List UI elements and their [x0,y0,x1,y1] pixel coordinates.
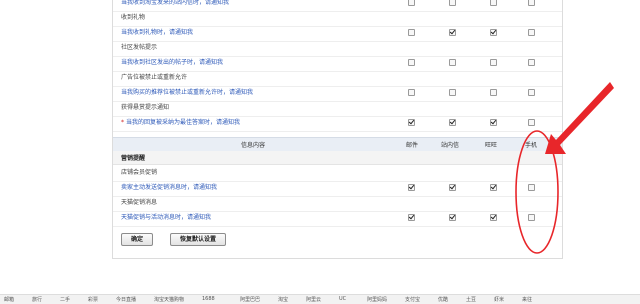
category-label: 店铺会员促销 [121,168,157,178]
page: 当我收到淘宝发来的站内信时，请通知我 收到礼物当我收到礼物时，请通知我 社区发帖提示… [0,0,640,304]
mobile-checkbox[interactable] [528,0,535,6]
setting-text: 卖家主动发送促销消息时，请通知我 [121,184,218,191]
setting-text: 当我购买的推荐位被禁止或重新允许时，请通知我 [121,89,254,96]
station-checkbox[interactable] [449,119,456,126]
setting-text: 天猫促销与活动消息时，请通知我 [121,214,212,221]
setting-text: 店铺会员促销 [121,169,158,176]
mobile-checkbox[interactable] [528,184,535,191]
setting-text: 天猫促销消息 [121,199,158,206]
section-title-text: 营销提醒 [121,155,146,162]
mobile-checkbox[interactable] [528,59,535,66]
category-row: 广告位被禁止或重新允许 [113,71,562,87]
bottom-bar-item[interactable]: 淘宝天猫购物 [154,296,184,303]
email-checkbox[interactable] [408,59,415,66]
setting-label: * 当我的回复被采纳为最佳答案时，请通知我 [121,118,240,128]
setting-text: 当我收到淘宝发来的站内信时，请通知我 [121,0,230,6]
setting-label[interactable]: 当我收到淘宝发来的站内信时，请通知我 [121,0,229,8]
setting-label[interactable]: 当我收到礼物时，请通知我 [121,28,193,38]
bottom-bar-item[interactable]: 淘宝 [278,296,288,303]
bottom-bar-item[interactable]: 彩票 [88,296,98,303]
setting-text: 收到礼物 [121,14,146,21]
wangwang-checkbox[interactable] [490,89,497,96]
category-label: 获得悬赏提示通知 [121,103,169,113]
email-checkbox[interactable] [408,214,415,221]
bottom-bar-item[interactable]: 土豆 [466,296,476,303]
header-station-message: 站内信 [441,142,460,149]
bottom-bar-item[interactable]: 支付宝 [405,296,420,303]
setting-text: 广告位被禁止或重新允许 [121,74,188,81]
email-checkbox[interactable] [408,89,415,96]
confirm-button[interactable]: 确定 [121,233,153,246]
column-header: 信息内容 邮件 站内信 旺旺 手机 [113,137,562,152]
bottom-bar-item[interactable]: 二手 [60,296,70,303]
category-label: 天猫促销消息 [121,198,157,208]
wangwang-checkbox[interactable] [490,59,497,66]
bottom-bar-item[interactable]: 优酷 [438,296,448,303]
email-checkbox[interactable] [408,184,415,191]
setting-row: 当我收到礼物时，请通知我 [113,26,562,42]
bottom-bar: 邮箱 旅行 二手 彩票 今日直播 淘宝天猫购物 1688 阿里巴巴 淘宝 阿里云 UC 阿里妈妈 支付宝… [0,294,640,304]
setting-label[interactable]: 卖家主动发送促销消息时，请通知我 [121,183,217,193]
wangwang-checkbox[interactable] [490,184,497,191]
wangwang-checkbox[interactable] [490,29,497,36]
category-row: 社区发帖提示 [113,41,562,57]
setting-row: 当我收到社区发出的帖子时，请通知我 [113,56,562,72]
category-row: 获得悬赏提示通知 [113,101,562,117]
header-email: 邮件 [406,142,419,149]
setting-text: 当我的回复被采纳为最佳答案时，请通知我 [126,119,241,126]
category-label: 收到礼物 [121,13,145,23]
setting-label[interactable]: 当我购买的推荐位被禁止或重新允许时，请通知我 [121,88,253,98]
bottom-bar-item[interactable]: 阿里巴巴 [240,296,260,303]
wangwang-checkbox[interactable] [490,119,497,126]
category-row: 店铺会员促销 [113,166,562,182]
bottom-bar-item[interactable]: 来往 [522,296,532,303]
bottom-bar-item[interactable]: 1688 [202,296,215,302]
setting-text: 当我收到社区发出的帖子时，请通知我 [121,59,224,66]
category-label: 社区发帖提示 [121,43,157,53]
mobile-checkbox[interactable] [528,214,535,221]
setting-row: 当我购买的推荐位被禁止或重新允许时，请通知我 [113,86,562,102]
header-wangwang: 旺旺 [485,142,498,149]
wangwang-checkbox[interactable] [490,0,497,6]
setting-text: 获得悬赏提示通知 [121,104,170,111]
station-checkbox[interactable] [449,89,456,96]
mobile-checkbox[interactable] [528,119,535,126]
bottom-bar-item[interactable]: 邮箱 [4,296,14,303]
header-info-content: 信息内容 [241,142,266,149]
required-mark: * [121,119,124,126]
bottom-bar-item[interactable]: 旅行 [32,296,42,303]
setting-row: 天猫促销与活动消息时，请通知我 [113,211,562,227]
station-checkbox[interactable] [449,214,456,221]
email-checkbox[interactable] [408,0,415,6]
setting-label[interactable]: 当我收到社区发出的帖子时，请通知我 [121,58,223,68]
station-checkbox[interactable] [449,59,456,66]
setting-label[interactable]: 天猫促销与活动消息时，请通知我 [121,213,211,223]
setting-text: 当我收到礼物时，请通知我 [121,29,194,36]
setting-row: * 当我的回复被采纳为最佳答案时，请通知我 [113,116,562,132]
setting-text: 社区发帖提示 [121,44,158,51]
bottom-bar-item[interactable]: 今日直播 [116,296,136,303]
bottom-bar-item[interactable]: 阿里云 [306,296,321,303]
station-checkbox[interactable] [449,29,456,36]
category-label: 广告位被禁止或重新允许 [121,73,187,83]
section-title-marketing: 营销提醒 [113,151,562,165]
bottom-bar-item[interactable]: 阿里妈妈 [367,296,387,303]
email-checkbox[interactable] [408,119,415,126]
notification-settings-panel: 当我收到淘宝发来的站内信时，请通知我 收到礼物当我收到礼物时，请通知我 社区发帖提示… [112,0,563,259]
bottom-bar-item[interactable]: UC [339,296,346,302]
restore-default-button[interactable]: 恢复默认设置 [170,233,226,246]
station-checkbox[interactable] [449,0,456,6]
bottom-bar-item[interactable]: 虾米 [494,296,504,303]
mobile-checkbox[interactable] [528,29,535,36]
mobile-checkbox[interactable] [528,89,535,96]
category-row: 天猫促销消息 [113,196,562,212]
setting-row: 卖家主动发送促销消息时，请通知我 [113,181,562,197]
station-checkbox[interactable] [449,184,456,191]
category-row: 收到礼物 [113,11,562,27]
wangwang-checkbox[interactable] [490,214,497,221]
email-checkbox[interactable] [408,29,415,36]
header-mobile: 手机 [525,142,538,149]
